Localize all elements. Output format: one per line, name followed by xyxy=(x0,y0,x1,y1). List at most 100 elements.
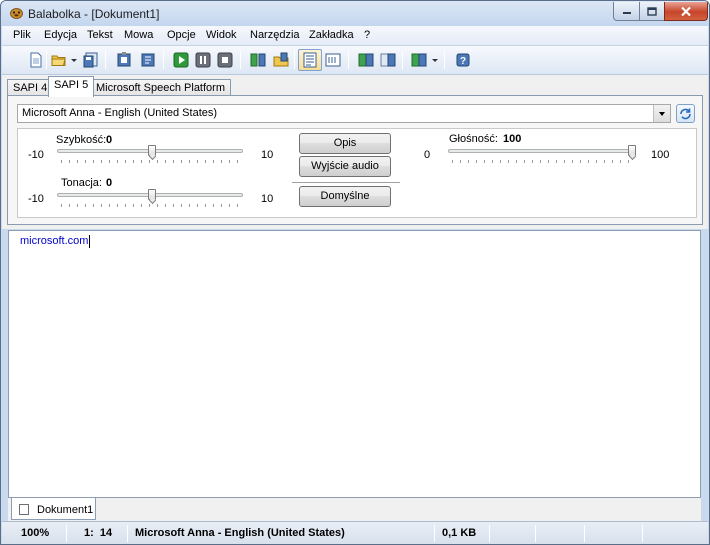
menu-plik[interactable]: Plik xyxy=(13,29,31,41)
menu-widok[interactable]: Widok xyxy=(206,29,237,41)
help-icon[interactable]: ? xyxy=(454,51,472,69)
pitch-min-label: -10 xyxy=(28,193,44,205)
play-icon[interactable] xyxy=(172,51,190,69)
refresh-voices-button[interactable] xyxy=(676,104,695,123)
rate-max-label: 10 xyxy=(261,149,274,161)
voice-parameters: Szybkość: 0 -10 10 Tonacja: 0 -10 10 Opi… xyxy=(17,128,697,218)
save-icon[interactable] xyxy=(82,51,100,69)
voice-select[interactable]: Microsoft Anna - English (United States) xyxy=(17,104,671,123)
volume-label: Głośność: xyxy=(449,133,498,145)
stop-icon[interactable] xyxy=(216,51,234,69)
split-file-icon[interactable] xyxy=(272,51,290,69)
menu-narzedzia[interactable]: Narzędzia xyxy=(250,29,300,41)
rate-label: Szybkość: xyxy=(56,134,107,146)
menu-tekst[interactable]: Tekst xyxy=(87,29,113,41)
pitch-slider-thumb[interactable] xyxy=(148,189,156,200)
close-icon xyxy=(681,6,691,16)
status-separator xyxy=(434,525,435,542)
maximize-button[interactable] xyxy=(639,2,665,21)
bookmark-icon[interactable] xyxy=(324,51,342,69)
convert-dropdown-caret[interactable] xyxy=(432,59,438,62)
new-document-icon[interactable] xyxy=(27,51,45,69)
tab-document1[interactable]: Dokument1 xyxy=(11,498,96,520)
pitch-max-label: 10 xyxy=(261,193,274,205)
read-file-icon[interactable] xyxy=(139,51,157,69)
document-tab-label: Dokument1 xyxy=(37,504,94,516)
volume-value: 100 xyxy=(503,133,522,145)
tab-speech-platform[interactable]: Microsoft Speech Platform xyxy=(90,79,231,96)
app-window: Balabolka - [Dokument1] Plik Edycja Teks… xyxy=(0,0,710,545)
document-icon xyxy=(19,504,29,515)
title-bar[interactable]: Balabolka - [Dokument1] xyxy=(1,1,709,26)
status-separator xyxy=(642,525,643,542)
rate-slider-thumb[interactable] xyxy=(148,145,156,156)
rate-slider-ticks xyxy=(61,160,241,163)
pitch-value: 0 xyxy=(106,177,113,189)
text-editor[interactable]: microsoft.com xyxy=(8,230,701,498)
voice-select-value: Microsoft Anna - English (United States) xyxy=(22,107,218,119)
volume-min-label: 0 xyxy=(424,149,431,161)
close-button[interactable] xyxy=(664,2,708,21)
volume-slider-track[interactable] xyxy=(448,149,634,153)
open-folder-icon[interactable] xyxy=(50,51,68,69)
convert-icon[interactable] xyxy=(410,51,428,69)
menu-mowa[interactable]: Mowa xyxy=(124,29,153,41)
description-button[interactable]: Opis xyxy=(299,133,391,154)
status-file-size: 0,1 KB xyxy=(442,527,477,539)
svg-text:?: ? xyxy=(460,56,466,67)
refresh-icon xyxy=(680,108,691,120)
status-separator xyxy=(535,525,536,542)
toolbar: ? xyxy=(2,46,708,75)
status-cursor-position: 1: 14 xyxy=(84,527,113,539)
status-separator xyxy=(489,525,490,542)
balabolka-app-icon xyxy=(10,8,23,19)
open-dropdown-caret[interactable] xyxy=(71,59,77,62)
volume-max-label: 100 xyxy=(651,149,670,161)
status-zoom: 100% xyxy=(21,527,50,539)
voice-panel: Microsoft Anna - English (United States)… xyxy=(7,95,703,225)
toolbar-separator xyxy=(163,51,164,69)
rate-min-label: -10 xyxy=(28,149,44,161)
editor-text[interactable]: microsoft.com xyxy=(20,235,88,247)
menu-edycja[interactable]: Edycja xyxy=(44,29,77,41)
pause-icon[interactable] xyxy=(194,51,212,69)
button-separator xyxy=(292,182,400,183)
menu-bar: Plik Edycja Tekst Mowa Opcje Widok Narzę… xyxy=(2,26,708,46)
toolbar-separator xyxy=(105,51,106,69)
toolbar-separator xyxy=(444,51,445,69)
pitch-slider-ticks xyxy=(61,204,241,207)
minimize-icon xyxy=(622,12,631,14)
voice-1-icon[interactable] xyxy=(357,51,375,69)
tab-sapi5[interactable]: SAPI 5 xyxy=(48,76,95,97)
toolbar-separator xyxy=(240,51,241,69)
volume-slider-thumb[interactable] xyxy=(628,145,636,156)
tab-sapi4[interactable]: SAPI 4 xyxy=(7,79,54,96)
volume-slider-ticks xyxy=(452,160,632,163)
minimize-button[interactable] xyxy=(613,2,640,21)
read-clipboard-icon[interactable] xyxy=(115,51,133,69)
menu-help[interactable]: ? xyxy=(364,29,370,41)
chevron-down-icon[interactable] xyxy=(653,105,670,122)
pitch-label: Tonacja: xyxy=(61,177,102,189)
toolbar-separator xyxy=(294,51,295,69)
text-view-icon[interactable] xyxy=(301,51,319,69)
status-separator xyxy=(584,525,585,542)
toolbar-separator xyxy=(46,51,47,69)
status-separator xyxy=(66,525,67,542)
status-bar: 100% 1: 14 Microsoft Anna - English (Uni… xyxy=(2,521,708,544)
document-tab-strip: Dokument1 xyxy=(8,498,701,521)
toolbar-separator xyxy=(348,51,349,69)
window-title: Balabolka - [Dokument1] xyxy=(28,7,160,21)
audio-output-button[interactable]: Wyjście audio xyxy=(299,156,391,177)
maximize-icon xyxy=(647,6,657,16)
voice-2-icon[interactable] xyxy=(379,51,397,69)
status-separator xyxy=(127,525,128,542)
voice-settings-area: SAPI 4 SAPI 5 Microsoft Speech Platform … xyxy=(2,75,708,229)
menu-opcje[interactable]: Opcje xyxy=(167,29,196,41)
save-audio-icon[interactable] xyxy=(249,51,267,69)
text-caret xyxy=(89,235,90,248)
rate-value: 0 xyxy=(106,134,113,146)
toolbar-separator xyxy=(402,51,403,69)
menu-zakladka[interactable]: Zakładka xyxy=(309,29,354,41)
defaults-button[interactable]: Domyślne xyxy=(299,186,391,207)
